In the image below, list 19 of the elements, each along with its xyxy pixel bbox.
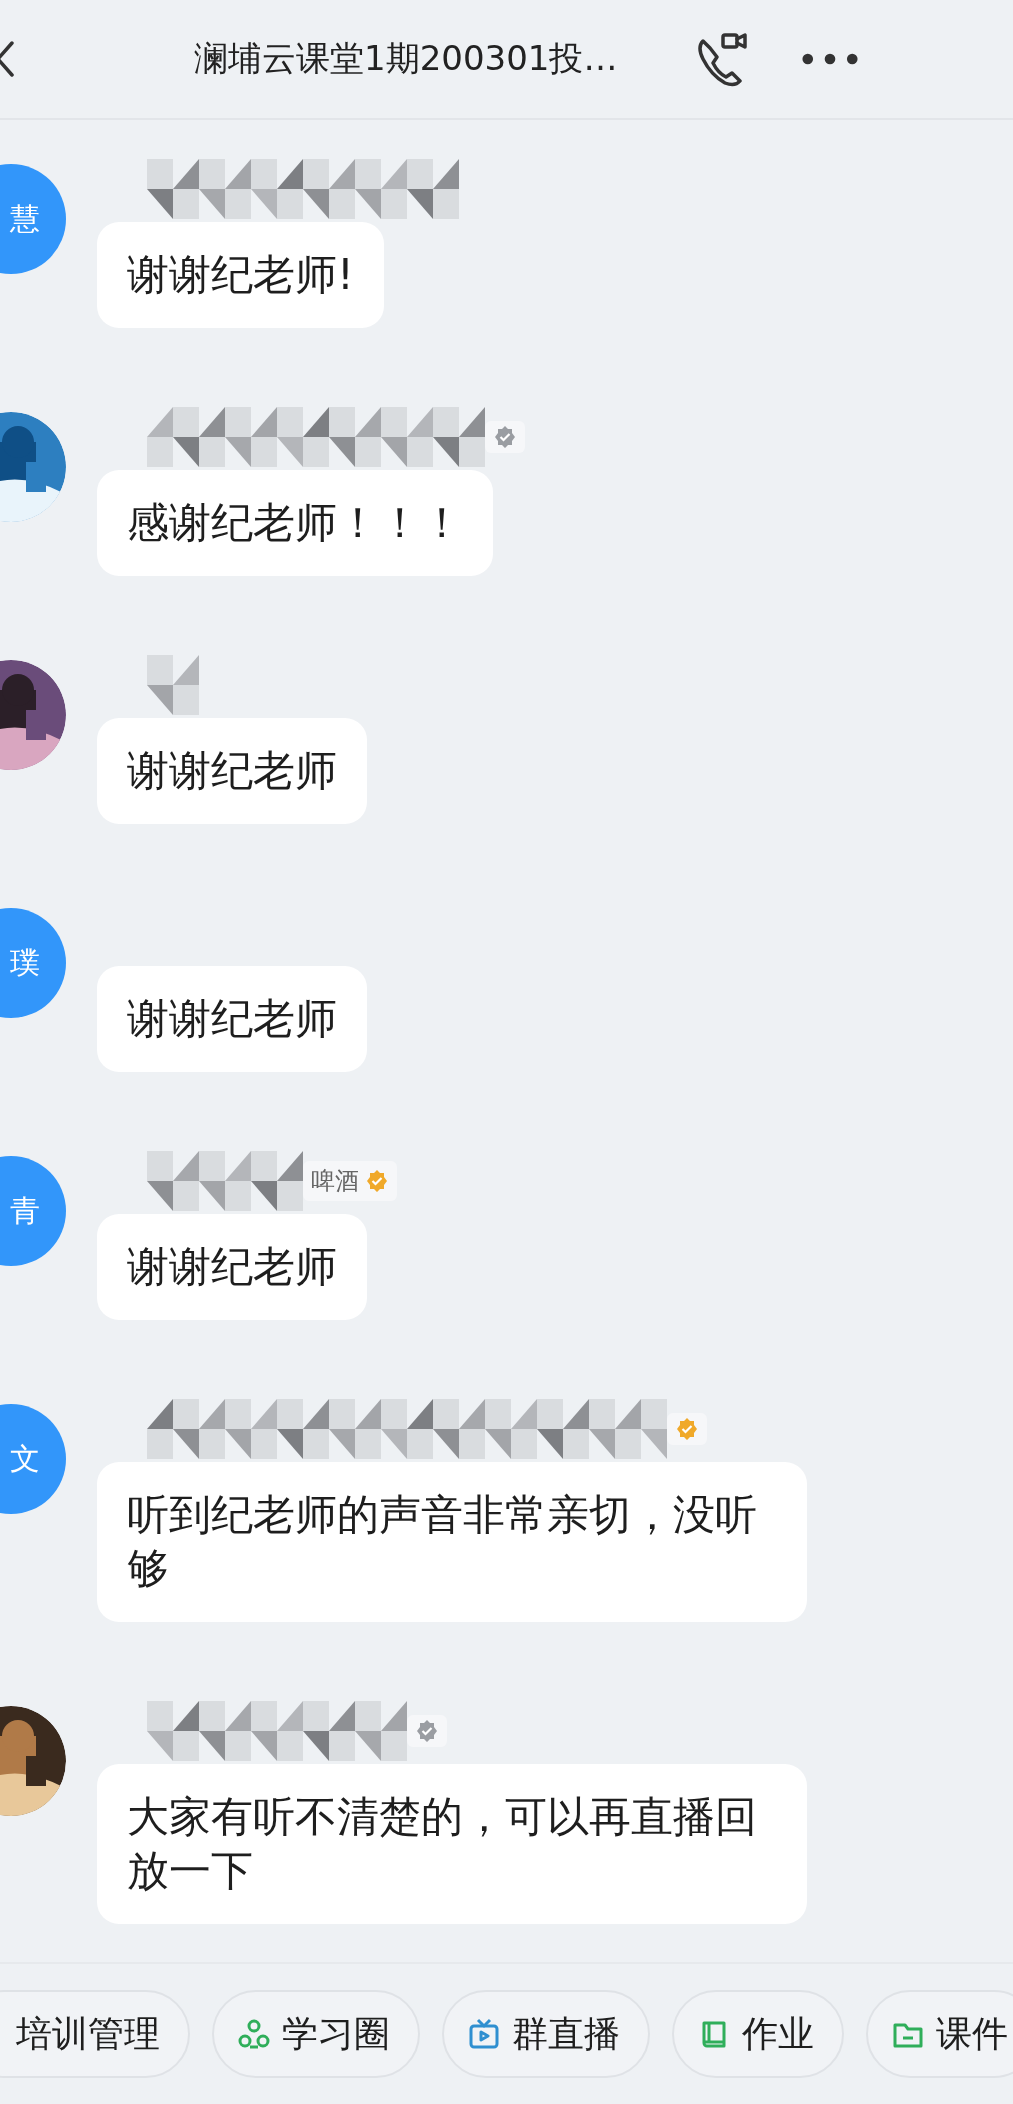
message-bubble: 谢谢纪老师	[97, 718, 367, 824]
tool-chip[interactable]: 培训管理	[0, 1990, 190, 2078]
more-icon[interactable]	[801, 52, 860, 66]
chat-title: 澜埔云课堂1期200301投…	[194, 37, 618, 80]
message-bubble: 感谢纪老师！！！	[97, 470, 493, 576]
tool-chip[interactable]: 学习圈	[212, 1990, 420, 2078]
tool-chip[interactable]: 群直播	[442, 1990, 650, 2078]
message-bubble: 听到纪老师的声音非常亲切，没听够	[97, 1462, 807, 1622]
back-icon[interactable]	[0, 39, 16, 79]
tool-chip[interactable]: 作业	[672, 1990, 844, 2078]
message-bubble: 谢谢纪老师	[97, 1214, 367, 1320]
tool-chip[interactable]: 课件	[866, 1990, 1013, 2078]
message-bubble: 谢谢纪老师	[97, 966, 367, 1072]
message-bubble: 大家有听不清楚的，可以再直播回放一下	[97, 1764, 807, 1924]
circles-icon	[238, 2018, 270, 2050]
redacted-name	[147, 655, 199, 715]
tv-icon	[468, 2018, 500, 2050]
message-bubble: 谢谢纪老师!	[97, 222, 384, 328]
sender-name: 啤酒	[311, 1166, 359, 1197]
